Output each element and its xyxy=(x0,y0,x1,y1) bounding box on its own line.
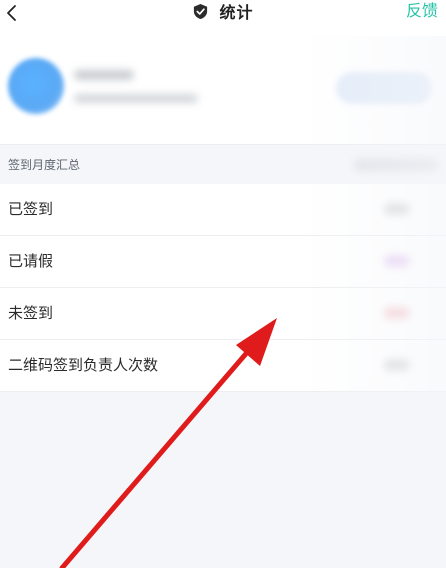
avatar xyxy=(8,58,64,114)
profile-card xyxy=(0,36,446,144)
stat-row-signed-in[interactable]: 已签到 xyxy=(0,184,446,236)
shield-check-icon xyxy=(194,3,208,19)
stat-row-qr-checkin-count[interactable]: 二维码签到负责人次数 xyxy=(0,340,446,392)
blurred-header-value xyxy=(354,159,438,171)
page-title: 统计 xyxy=(219,3,254,22)
blurred-switch-button[interactable] xyxy=(336,72,432,104)
feedback-button[interactable]: 反馈 xyxy=(406,0,438,22)
section-title: 签到月度汇总 xyxy=(8,158,81,172)
stat-label: 二维码签到负责人次数 xyxy=(8,356,159,374)
section-header: 签到月度汇总 xyxy=(0,144,446,186)
blurred-user-name xyxy=(74,70,134,80)
blurred-stat-value xyxy=(384,203,410,215)
stat-label: 已请假 xyxy=(8,252,54,270)
blurred-stat-value xyxy=(384,255,410,267)
stat-label: 未签到 xyxy=(8,304,54,322)
title-group: 统计 xyxy=(0,0,446,22)
blurred-stat-value xyxy=(384,359,410,371)
stat-row-on-leave[interactable]: 已请假 xyxy=(0,236,446,288)
stat-list: 已签到 已请假 未签到 二维码签到负责人次数 xyxy=(0,184,446,392)
stat-row-not-signed-in[interactable]: 未签到 xyxy=(0,288,446,340)
stat-label: 已签到 xyxy=(8,200,54,218)
blurred-stat-value xyxy=(384,307,410,319)
blurred-user-info xyxy=(74,94,198,103)
top-nav-bar: 统计 反馈 xyxy=(0,0,446,36)
